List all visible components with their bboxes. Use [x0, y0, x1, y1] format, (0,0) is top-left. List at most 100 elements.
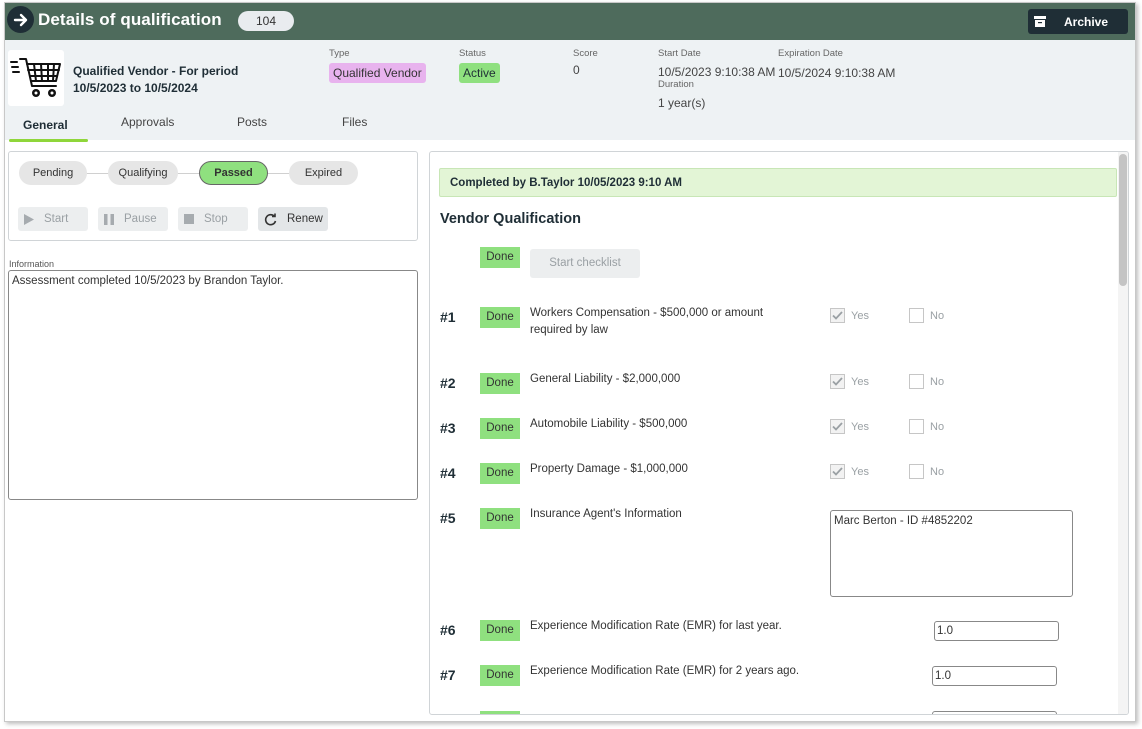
- tab-posts[interactable]: Posts: [237, 115, 267, 137]
- archive-icon: [1034, 16, 1046, 27]
- scrollbar-thumb[interactable]: [1119, 154, 1127, 286]
- expiration-date-label: Expiration Date: [778, 48, 843, 59]
- pause-button[interactable]: Pause: [98, 207, 168, 231]
- item-number: #3: [440, 420, 456, 436]
- no-checkbox[interactable]: No: [909, 419, 944, 434]
- renew-button-label: Renew: [287, 213, 323, 225]
- qualification-header: Qualified Vendor - For period 10/5/2023 …: [5, 40, 1135, 142]
- checkbox-box: [909, 419, 924, 434]
- checkmark-icon: [830, 374, 845, 389]
- tab-files[interactable]: Files: [342, 115, 367, 137]
- item-text: Experience Modification Rate (EMR) for l…: [530, 620, 782, 632]
- stage-qualifying[interactable]: Qualifying: [108, 161, 178, 185]
- checkbox-box: [909, 374, 924, 389]
- checkmark-icon: [830, 464, 845, 479]
- type-field: Type Qualified Vendor: [329, 48, 426, 83]
- record-count-badge: 104: [238, 11, 294, 31]
- tab-bar: General Approvals Posts Files: [5, 115, 1135, 142]
- start-date-value: 10/5/2023 9:10:38 AM: [658, 65, 776, 79]
- archive-button[interactable]: Archive: [1028, 9, 1128, 34]
- item-text: Automobile Liability - $500,000: [530, 418, 688, 430]
- stop-button[interactable]: Stop: [178, 207, 248, 231]
- qualification-name: Qualified Vendor - For period 10/5/2023 …: [73, 63, 273, 97]
- item-text: Workers Compensation - $500,000 or amoun…: [530, 307, 764, 336]
- tab-approvals[interactable]: Approvals: [121, 115, 174, 137]
- item-number: #1: [440, 309, 456, 325]
- tab-general[interactable]: General: [9, 118, 88, 142]
- no-checkbox[interactable]: No: [909, 374, 944, 389]
- stop-icon: [184, 214, 194, 224]
- item-done-badge: Done: [480, 418, 520, 439]
- title-bar: Details of qualification 104 Archive: [5, 3, 1135, 40]
- checkmark-icon: [830, 419, 845, 434]
- vendor-name-line1: Qualified Vendor - For period: [73, 64, 239, 78]
- yes-label: Yes: [851, 465, 869, 478]
- item-text: General Liability - $2,000,000: [530, 373, 681, 385]
- information-textarea[interactable]: Assessment completed 10/5/2023 by Brando…: [8, 270, 418, 500]
- information-label: Information: [9, 259, 55, 269]
- item-number: #4: [440, 465, 456, 481]
- insurance-agent-textarea[interactable]: Marc Berton - ID #4852202: [830, 510, 1073, 597]
- pause-icon: [104, 213, 114, 225]
- scrollbar[interactable]: [1118, 152, 1128, 714]
- item-number: #5: [440, 510, 456, 526]
- no-label: No: [930, 309, 945, 322]
- section-title: Vendor Qualification: [440, 211, 581, 227]
- item-text: Insurance Agent's Information: [530, 508, 682, 520]
- score-label: Score: [573, 48, 598, 59]
- score-value: 0: [573, 63, 580, 77]
- vendor-name-line2: 10/5/2023 to 10/5/2024: [73, 81, 198, 95]
- yes-checkbox[interactable]: Yes: [830, 374, 869, 389]
- yes-label: Yes: [851, 309, 869, 322]
- start-button-label: Start: [44, 213, 69, 225]
- item-text: Experience Modification Rate (EMR) for 2…: [530, 665, 800, 677]
- renew-button[interactable]: Renew: [258, 207, 328, 231]
- checkbox-box: [909, 308, 924, 323]
- expiration-date-value: 10/5/2024 9:10:38 AM: [778, 66, 896, 80]
- stage-pending[interactable]: Pending: [19, 161, 87, 185]
- item-text: Property Damage - $1,000,000: [530, 463, 688, 475]
- start-checklist-button[interactable]: Start checklist: [530, 249, 640, 278]
- item-done-badge: Done: [480, 373, 520, 394]
- yes-checkbox[interactable]: Yes: [830, 308, 869, 323]
- status-workflow-panel: Pending Qualifying Passed Expired Start …: [8, 151, 418, 241]
- emr-last-year-input[interactable]: 1.0: [934, 621, 1059, 641]
- back-arrow-icon[interactable]: [7, 6, 34, 33]
- yes-checkbox[interactable]: Yes: [830, 464, 869, 479]
- item-number: #2: [440, 375, 456, 391]
- emr-3-years-input-clipped[interactable]: [932, 711, 1057, 714]
- score-field: Score 0: [573, 48, 598, 77]
- expiration-date-field: Expiration Date 10/5/2024 9:10:38 AM: [778, 48, 895, 80]
- duration-label: Duration: [658, 79, 694, 90]
- start-button[interactable]: Start: [18, 207, 88, 231]
- start-date-label: Start Date: [658, 48, 701, 59]
- emr-2-years-input[interactable]: 1.0: [932, 666, 1057, 686]
- completed-banner: Completed by B.Taylor 10/05/2023 9:10 AM: [439, 168, 1117, 197]
- no-checkbox[interactable]: No: [909, 308, 944, 323]
- no-label: No: [930, 420, 945, 433]
- item-done-badge: Done: [480, 665, 520, 686]
- item-done-badge: Done: [480, 508, 520, 529]
- stage-expired[interactable]: Expired: [289, 161, 358, 185]
- item-done-badge: Done: [480, 620, 520, 641]
- shopping-cart-icon: [8, 50, 64, 106]
- stage-passed[interactable]: Passed: [199, 161, 268, 185]
- duration-value: 1 year(s): [658, 96, 706, 110]
- qualification-window: Details of qualification 104 Archive Qua…: [4, 2, 1136, 722]
- no-label: No: [930, 375, 945, 388]
- yes-checkbox[interactable]: Yes: [830, 419, 869, 434]
- vendor-qualification-panel: Completed by B.Taylor 10/05/2023 9:10 AM…: [429, 151, 1129, 715]
- item-number: #6: [440, 622, 456, 638]
- stop-button-label: Stop: [204, 213, 228, 225]
- play-icon: [24, 213, 34, 225]
- checklist-done-badge: Done: [480, 247, 520, 268]
- item-done-badge: Done: [480, 307, 520, 328]
- status-badge: Active: [459, 63, 500, 83]
- yes-label: Yes: [851, 420, 869, 433]
- refresh-icon: [264, 213, 277, 226]
- no-checkbox[interactable]: No: [909, 464, 944, 479]
- checkmark-icon: [830, 308, 845, 323]
- no-label: No: [930, 465, 945, 478]
- checkbox-box: [909, 464, 924, 479]
- pause-button-label: Pause: [124, 213, 157, 225]
